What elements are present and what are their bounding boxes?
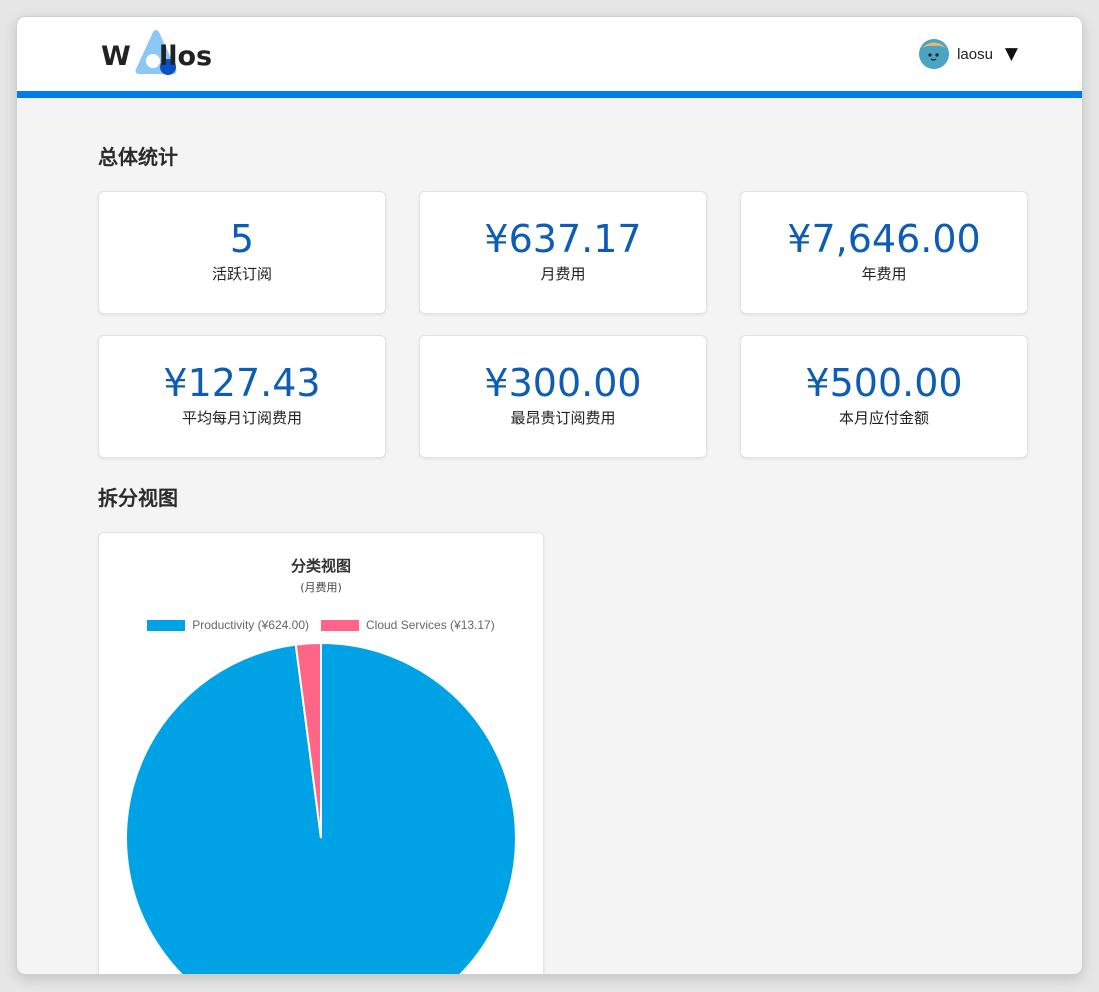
stat-card-active-subscriptions: 5 活跃订阅: [98, 191, 386, 314]
stat-label: 年费用: [861, 265, 907, 283]
app-window: W llos laosu ▼ 总体统计 5 活跃订阅 ¥637.17 月费用 ¥…: [17, 17, 1082, 974]
pie-plot: [125, 641, 517, 974]
wallos-logo[interactable]: W llos: [101, 29, 231, 79]
username: laosu: [957, 45, 993, 63]
stat-label: 活跃订阅: [211, 265, 272, 283]
stat-label: 最昂贵订阅费用: [510, 409, 616, 427]
chevron-down-icon[interactable]: ▼: [1005, 45, 1018, 63]
stat-card-most-expensive: ¥300.00 最昂贵订阅费用: [419, 335, 707, 458]
stat-value: ¥127.43: [163, 361, 321, 405]
logo-letters: llos: [159, 41, 213, 72]
top-header: W llos laosu ▼: [17, 17, 1082, 98]
stat-card-average-monthly: ¥127.43 平均每月订阅费用: [98, 335, 386, 458]
stat-card-due-this-month: ¥500.00 本月应付金额: [740, 335, 1028, 458]
split-view-heading: 拆分视图: [98, 486, 178, 510]
stat-card-monthly-cost: ¥637.17 月费用: [419, 191, 707, 314]
overall-stats-heading: 总体统计: [98, 145, 178, 169]
stat-card-yearly-cost: ¥7,646.00 年费用: [740, 191, 1028, 314]
stat-label: 本月应付金额: [838, 409, 929, 427]
stat-label: 月费用: [540, 265, 586, 283]
stat-value: ¥300.00: [484, 361, 642, 405]
user-menu[interactable]: laosu ▼: [919, 39, 1018, 69]
avatar: [919, 39, 950, 69]
stat-value: ¥7,646.00: [787, 217, 981, 261]
stat-value: ¥500.00: [805, 361, 963, 405]
stat-label: 平均每月订阅费用: [181, 409, 302, 427]
stat-value: 5: [229, 217, 255, 261]
stat-value: ¥637.17: [484, 217, 642, 261]
category-pie-chart: 分类视图 (月费用) Productivity (¥624.00) Cloud …: [98, 532, 544, 974]
